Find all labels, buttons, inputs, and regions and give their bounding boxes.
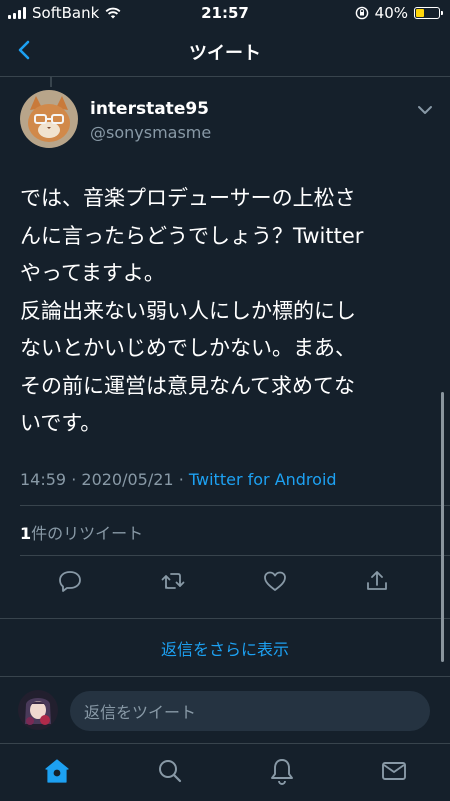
tweet-source-link[interactable]: Twitter for Android: [189, 470, 337, 489]
tweet-meta: 14:59 · 2020/05/21 · Twitter for Android: [20, 470, 337, 489]
tweet-text: では、音楽プロデューサーの上松さ んに言ったらどうでしょう？Twitter やっ…: [20, 180, 438, 443]
reply-input[interactable]: 返信をツイート: [70, 691, 430, 731]
meta-separator: ·: [178, 470, 184, 489]
tab-bar: [0, 743, 450, 801]
author-handle[interactable]: @sonysmasme: [90, 123, 211, 142]
user-avatar-image: [18, 690, 58, 730]
meta-separator: ·: [71, 470, 77, 489]
messages-icon[interactable]: [379, 756, 409, 786]
tweet-text-line: やってますよ。: [20, 261, 165, 285]
tweet-text-line: その前に運営は意見なんて求めてな: [20, 373, 355, 398]
reply-input-placeholder: 返信をツイート: [84, 703, 197, 722]
notifications-icon[interactable]: [267, 756, 297, 786]
retweet-label: 件のリツイート: [31, 524, 144, 543]
tweet-text-line: ないとかいじめでしかない。まあ、: [20, 336, 356, 360]
thread-connector-line: [50, 77, 52, 87]
battery-icon: [414, 7, 443, 19]
reply-icon[interactable]: [55, 566, 85, 596]
tweet-text-line: んに言ったらどうでしょう？Twitter: [20, 223, 364, 248]
show-more-replies-link[interactable]: 返信をさらに表示: [0, 636, 450, 660]
user-avatar[interactable]: [18, 690, 58, 730]
like-icon[interactable]: [260, 566, 290, 596]
tweet-time: 14:59: [20, 470, 67, 489]
share-icon[interactable]: [362, 566, 392, 596]
divider: [20, 555, 450, 556]
chevron-down-icon[interactable]: [416, 104, 434, 116]
retweet-count-link[interactable]: 1件のリツイート: [20, 520, 143, 544]
scrollbar[interactable]: [441, 392, 444, 662]
tweet-date: 2020/05/21: [81, 470, 174, 489]
avatar[interactable]: [20, 90, 78, 148]
orientation-lock-icon: [355, 6, 368, 20]
status-right: 40%: [355, 4, 443, 22]
tweet-text-line: では、音楽プロデューサーの上松さ: [20, 186, 356, 210]
page-title: ツイート: [189, 43, 261, 64]
divider: [0, 618, 450, 619]
home-icon[interactable]: [42, 756, 72, 786]
cat-avatar-image: [20, 90, 78, 148]
divider: [0, 676, 450, 677]
retweet-icon[interactable]: [158, 566, 188, 596]
battery-percent: 40%: [374, 4, 408, 22]
tweet-text-line: 反論出来ない弱い人にしか標的にし: [20, 298, 356, 323]
tweet-text-line: いです。: [20, 411, 102, 435]
nav-bar: ツイート: [0, 26, 450, 77]
author-name[interactable]: interstate95: [90, 99, 209, 119]
battery-level: [416, 9, 424, 17]
divider: [20, 505, 450, 506]
status-bar: SoftBank 21:57 40%: [0, 0, 450, 26]
retweet-count: 1: [20, 524, 32, 543]
search-icon[interactable]: [155, 756, 185, 786]
